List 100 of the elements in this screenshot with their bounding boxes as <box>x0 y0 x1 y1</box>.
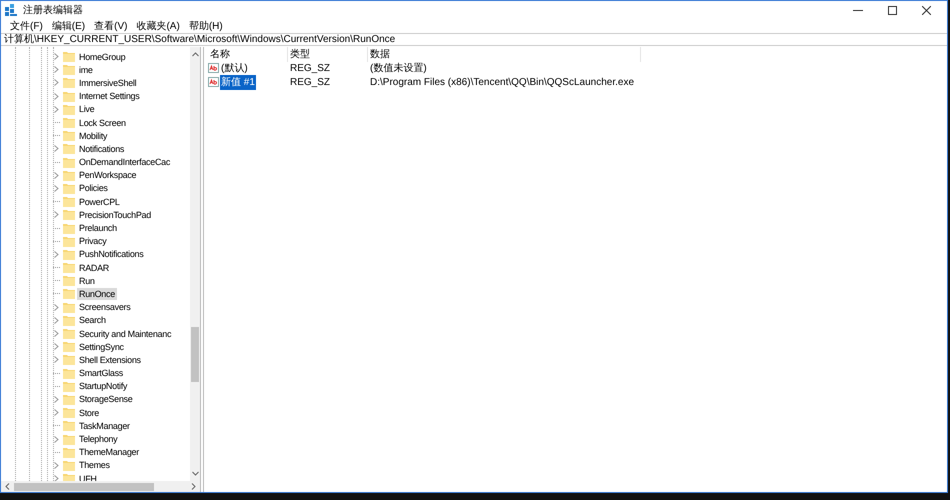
value-data: D:\Program Files (x86)\Tencent\QQ\Bin\QQScLauncher.exe <box>369 76 634 90</box>
menu-item[interactable]: 查看(V) <box>94 18 128 34</box>
scroll-up-icon[interactable] <box>192 52 198 57</box>
tree-item[interactable]: Internet Settings <box>77 90 142 102</box>
tree-item[interactable]: Shell Extensions <box>77 354 143 366</box>
tree-item[interactable]: Themes <box>77 459 112 472</box>
maximize-icon <box>888 6 896 14</box>
tree-item[interactable]: Screensavers <box>77 301 132 314</box>
folder-icon <box>63 51 75 62</box>
tree-item[interactable]: Live <box>77 103 96 116</box>
tree-item[interactable]: Store <box>77 406 102 419</box>
value-name[interactable]: 新值 #1 <box>220 74 256 90</box>
tree-item[interactable]: PowerCPL <box>77 196 122 208</box>
folder-icon <box>63 275 75 286</box>
tree-item[interactable]: Lock Screen <box>77 116 128 129</box>
column-header[interactable]: 数据 <box>368 46 641 62</box>
tree-item[interactable]: PrecisionTouchPad <box>77 208 153 221</box>
window-title: 注册表编辑器 <box>23 4 83 18</box>
expand-chevron-icon[interactable] <box>54 462 59 469</box>
tree-item[interactable]: Run <box>77 274 97 287</box>
expand-chevron-icon[interactable] <box>54 436 59 443</box>
menu-item[interactable]: 收藏夹(A) <box>136 18 180 34</box>
menu-item[interactable]: 文件(F) <box>10 18 43 34</box>
tree-item[interactable]: SettingSync <box>77 340 126 353</box>
folder-icon <box>63 407 75 418</box>
folder-icon <box>63 434 75 445</box>
tree-item[interactable]: Privacy <box>77 235 108 248</box>
expand-chevron-icon[interactable] <box>54 92 59 100</box>
tree-item[interactable]: Policies <box>77 182 110 194</box>
expand-chevron-icon[interactable] <box>54 211 59 218</box>
expand-chevron-icon[interactable] <box>54 356 59 364</box>
tree-item[interactable]: Telephony <box>77 433 120 446</box>
registry-app-icon <box>5 4 17 16</box>
tree-item[interactable]: ImmersiveShell <box>77 76 138 89</box>
folder-icon <box>63 420 75 432</box>
horizontal-scrollbar[interactable] <box>1 481 200 492</box>
value-name[interactable]: (默认) <box>220 60 249 76</box>
tree-item[interactable]: Notifications <box>77 142 126 155</box>
folder-icon <box>63 446 75 458</box>
folder-icon <box>63 460 75 471</box>
folder-icon <box>63 64 75 76</box>
tree-item[interactable]: ThemeManager <box>77 446 141 458</box>
expand-chevron-icon[interactable] <box>54 475 59 481</box>
folder-icon <box>63 236 75 247</box>
expand-chevron-icon[interactable] <box>54 409 59 416</box>
folder-icon <box>63 368 75 379</box>
tree-item[interactable]: RunOnce <box>77 288 117 300</box>
scroll-right-icon[interactable] <box>191 483 196 490</box>
expand-chevron-icon[interactable] <box>54 316 59 324</box>
expand-chevron-icon[interactable] <box>54 396 59 403</box>
expand-chevron-icon[interactable] <box>54 343 59 350</box>
folder-icon <box>63 380 75 392</box>
tree-item[interactable]: StorageSense <box>77 393 134 406</box>
value-data: (数值未设置) <box>369 62 427 76</box>
vertical-scrollbar[interactable] <box>190 47 200 481</box>
expand-chevron-icon[interactable] <box>54 53 59 60</box>
folder-icon <box>63 170 75 181</box>
tree-item[interactable]: HomeGroup <box>77 50 128 63</box>
expand-chevron-icon[interactable] <box>54 66 59 74</box>
folder-icon <box>63 209 75 220</box>
tree-item[interactable]: RADAR <box>77 262 112 274</box>
expand-chevron-icon[interactable] <box>54 145 59 152</box>
tree-item[interactable]: ime <box>77 64 95 76</box>
tree-item[interactable]: Prelaunch <box>77 222 119 234</box>
folder-icon <box>63 314 75 326</box>
tree-item[interactable]: PushNotifications <box>77 248 146 260</box>
tree-item[interactable]: Security and Maintenanc <box>77 328 174 340</box>
value-type: REG_SZ <box>289 62 332 76</box>
folder-icon <box>63 222 75 234</box>
menu-item[interactable]: 编辑(E) <box>52 18 86 34</box>
address-bar[interactable]: 计算机\HKEY_CURRENT_USER\Software\Microsoft\Windows\CurrentVersion\RunOnce <box>1 33 947 46</box>
folder-icon <box>63 117 75 128</box>
folder-icon <box>63 143 75 154</box>
column-header[interactable]: 类型 <box>288 46 368 62</box>
tree-item[interactable]: Mobility <box>77 130 110 142</box>
expand-chevron-icon[interactable] <box>54 184 59 192</box>
tree-item[interactable]: StartupNotify <box>77 380 130 392</box>
scroll-down-icon[interactable] <box>192 471 198 476</box>
folder-icon <box>63 156 75 168</box>
folder-icon <box>63 104 75 115</box>
folder-icon <box>63 328 75 340</box>
scrollbar-thumb[interactable] <box>191 327 199 382</box>
expand-chevron-icon[interactable] <box>54 172 59 179</box>
folder-icon <box>63 288 75 300</box>
expand-chevron-icon[interactable] <box>54 106 59 113</box>
folder-icon <box>63 341 75 352</box>
expand-chevron-icon[interactable] <box>54 79 59 86</box>
expand-chevron-icon[interactable] <box>54 330 59 338</box>
expand-chevron-icon[interactable] <box>54 250 59 258</box>
column-header[interactable]: 名称 <box>208 46 288 62</box>
tree-item[interactable]: PenWorkspace <box>77 169 138 182</box>
tree-item[interactable]: SmartGlass <box>77 367 126 380</box>
expand-chevron-icon[interactable] <box>54 304 59 311</box>
scroll-left-icon[interactable] <box>5 483 10 490</box>
tree-item[interactable]: Search <box>77 314 108 326</box>
menu-item[interactable]: 帮助(H) <box>188 18 223 34</box>
tree-item[interactable]: OnDemandInterfaceCac <box>77 156 172 168</box>
tree-item[interactable]: TaskManager <box>77 420 132 432</box>
string-value-icon <box>208 63 219 73</box>
scrollbar-thumb[interactable] <box>14 482 154 490</box>
